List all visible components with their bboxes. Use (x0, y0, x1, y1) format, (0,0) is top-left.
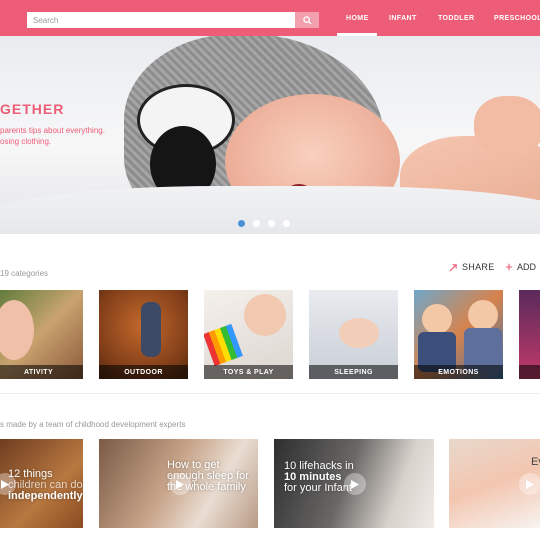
hero-subtitle: parents tips about everything. osing clo… (0, 126, 105, 146)
search-icon (302, 15, 312, 25)
plus-icon (505, 263, 513, 271)
hero-title: GETHER (0, 101, 65, 117)
nav-preschool[interactable]: PRESCHOOL (494, 0, 540, 36)
category-tile-sleeping[interactable]: SLEEPING (309, 290, 398, 379)
play-icon (351, 479, 359, 489)
play-icon (176, 479, 184, 489)
search-button[interactable] (295, 12, 319, 28)
category-tile-activity[interactable]: ATIVITY (0, 290, 83, 379)
video-title: 10 lifehacks in 10 minutes for your Infa… (284, 460, 354, 494)
carousel-dot[interactable] (238, 220, 245, 227)
videos-intro-text: s made by a team of childhood developmen… (0, 420, 186, 429)
carousel-dot[interactable] (268, 220, 275, 227)
hero-image-hand (474, 96, 540, 156)
category-label (519, 365, 540, 379)
video-tile-12-things[interactable]: 12 things children can do independently (0, 439, 83, 528)
share-button[interactable]: SHARE (449, 262, 495, 272)
share-icon (449, 263, 457, 272)
nav-home[interactable]: HOME (346, 0, 369, 36)
video-title: 12 things children can do independently (8, 468, 83, 502)
carousel-dots (238, 220, 290, 227)
category-label: ATIVITY (0, 365, 83, 379)
carousel-dot[interactable] (253, 220, 260, 227)
video-tile-how-to-get-sleep[interactable]: How to get enough sleep for the whole fa… (99, 439, 258, 528)
nav-toddler[interactable]: TODDLER (438, 0, 475, 36)
category-tile-toys-play[interactable]: TOYS & PLAY (204, 290, 293, 379)
carousel-dot[interactable] (283, 220, 290, 227)
categories-count: 19 categories (0, 269, 49, 278)
category-tile-outdoor[interactable]: OUTDOOR (99, 290, 188, 379)
category-tile-partial[interactable] (519, 290, 540, 379)
category-label: SLEEPING (309, 365, 398, 379)
section-divider (0, 393, 540, 394)
search-input[interactable] (27, 12, 295, 28)
play-icon (1, 479, 9, 489)
category-tile-emotions[interactable]: EMOTIONS (414, 290, 503, 379)
video-tile-partial[interactable]: Ev (449, 439, 540, 528)
category-label: TOYS & PLAY (204, 365, 293, 379)
add-button[interactable]: ADD (505, 262, 536, 272)
category-label: EMOTIONS (414, 365, 503, 379)
top-navbar: HOME INFANT TODDLER PRESCHOOL (0, 0, 540, 36)
play-button[interactable] (169, 473, 191, 495)
nav-infant[interactable]: INFANT (389, 0, 417, 36)
play-icon (526, 479, 534, 489)
play-button[interactable] (344, 473, 366, 495)
video-tile-10-lifehacks[interactable]: 10 lifehacks in 10 minutes for your Infa… (274, 439, 434, 528)
video-title: Ev (531, 456, 540, 468)
play-button[interactable] (519, 473, 540, 495)
category-label: OUTDOOR (99, 365, 188, 379)
